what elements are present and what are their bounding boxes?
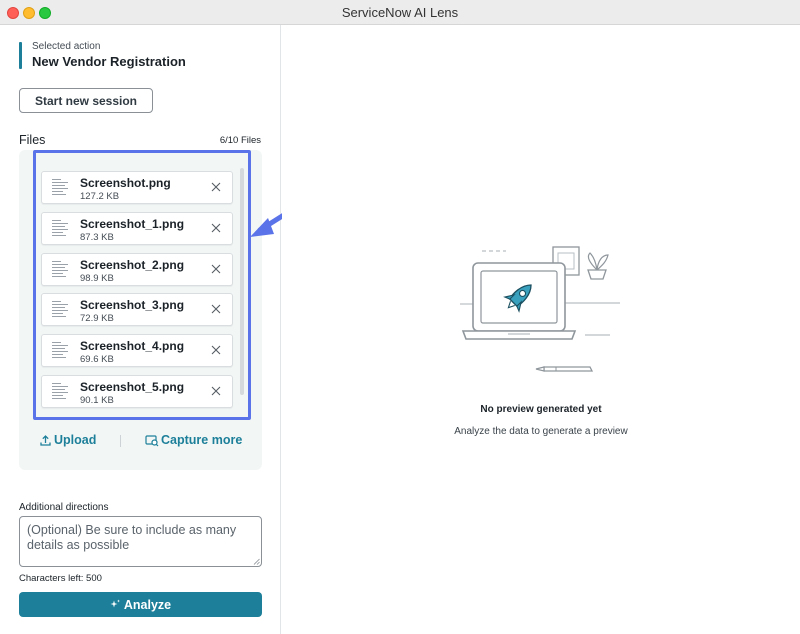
resize-grip-icon[interactable] [253,558,260,565]
empty-preview-illustration [460,246,620,372]
selected-action-label: Selected action [32,41,101,52]
file-thumbnail-icon [52,179,68,195]
file-thumbnail-icon [52,261,68,277]
start-new-session-button[interactable]: Start new session [19,88,153,113]
files-count: 6/10 Files [219,135,261,146]
file-item[interactable]: Screenshot_5.png 90.1 KB [41,375,233,408]
file-item[interactable]: Screenshot.png 127.2 KB [41,171,233,204]
file-thumbnail-icon [52,301,68,317]
file-name: Screenshot_5.png [80,380,185,394]
close-icon[interactable] [210,344,222,356]
file-size: 98.9 KB [80,273,114,284]
file-thumbnail-icon [52,220,68,236]
selected-action-accent [19,42,22,69]
file-size: 72.9 KB [80,313,114,324]
file-size: 127.2 KB [80,191,120,202]
file-name: Screenshot_1.png [80,217,185,231]
empty-preview-title: No preview generated yet [480,404,602,415]
empty-preview-subtitle: Analyze the data to generate a preview [454,426,628,437]
close-icon[interactable] [210,263,222,275]
file-name: Screenshot_2.png [80,258,185,272]
characters-left: Characters left: 500 [19,573,102,584]
preview-panel: No preview generated yet Analyze the dat… [282,25,800,634]
sparkle-icon [110,599,120,608]
file-item[interactable]: Screenshot_2.png 98.9 KB [41,253,233,286]
files-container: Screenshot.png 127.2 KB Screenshot_1.png 87… [19,150,262,470]
additional-directions-input[interactable] [19,516,262,567]
file-item[interactable]: Screenshot_1.png 87.3 KB [41,212,233,245]
capture-icon [145,434,159,446]
additional-directions-label: Additional directions [19,502,109,513]
selected-action-value: New Vendor Registration [32,54,186,69]
upload-button[interactable]: Upload [39,433,96,447]
link-divider [120,435,121,447]
capture-more-label: Capture more [161,433,243,447]
file-name: Screenshot_3.png [80,298,185,312]
file-thumbnail-icon [52,383,68,399]
files-heading: Files [19,133,46,147]
close-icon[interactable] [210,222,222,234]
title-bar: ServiceNow AI Lens [0,0,800,25]
upload-icon [40,434,51,446]
file-name: Screenshot.png [80,176,171,190]
analyze-label: Analyze [123,597,172,612]
close-icon[interactable] [210,303,222,315]
file-size: 87.3 KB [80,232,114,243]
file-size: 69.6 KB [80,354,114,365]
file-list-scrollbar[interactable] [240,168,244,395]
file-item[interactable]: Screenshot_4.png 69.6 KB [41,334,233,367]
file-thumbnail-icon [52,342,68,358]
close-icon[interactable] [210,181,222,193]
file-name: Screenshot_4.png [80,339,185,353]
file-item[interactable]: Screenshot_3.png 72.9 KB [41,293,233,326]
upload-label: Upload [54,433,97,447]
window-title: ServiceNow AI Lens [341,5,459,20]
left-panel: Selected action New Vendor Registration … [0,25,281,634]
analyze-button[interactable]: Analyze [19,592,262,617]
close-icon[interactable] [210,385,222,397]
capture-more-button[interactable]: Capture more [145,433,242,447]
file-size: 90.1 KB [80,395,114,406]
